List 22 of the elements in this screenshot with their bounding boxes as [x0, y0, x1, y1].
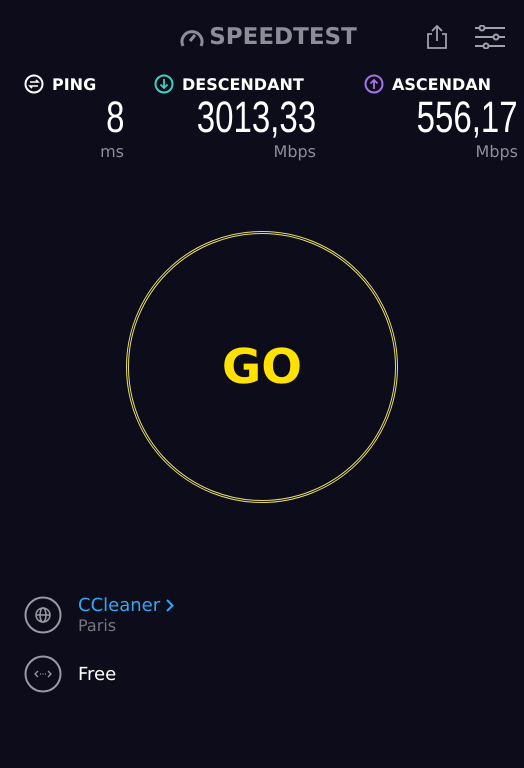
metric-value: 3013,33: [196, 94, 316, 142]
metric-label: DESCENDANT: [182, 74, 304, 94]
metric-value: 8: [106, 94, 124, 142]
go-button[interactable]: GO: [126, 231, 398, 503]
download-icon: [154, 74, 174, 94]
metric-unit: Mbps: [476, 142, 518, 161]
metric-label: ASCENDAN: [392, 74, 492, 94]
chevron-icon: [166, 599, 174, 612]
upload-icon: [364, 74, 384, 94]
metric-label: PING: [52, 74, 96, 94]
globe-icon: [24, 596, 62, 634]
server-link[interactable]: CCleaner: [78, 595, 174, 616]
logo-text: SPEEDTEST: [209, 24, 357, 50]
metric-unit: Mbps: [274, 142, 316, 161]
settings-icon[interactable]: [474, 25, 506, 49]
ping-icon: [24, 74, 44, 94]
metric-unit: ms: [100, 142, 124, 161]
share-icon[interactable]: [426, 24, 448, 50]
server-location: Paris: [78, 616, 118, 635]
connection-mode[interactable]: Free: [78, 664, 116, 684]
connections-icon: [24, 655, 62, 693]
metric-value: 556,17: [417, 94, 518, 142]
